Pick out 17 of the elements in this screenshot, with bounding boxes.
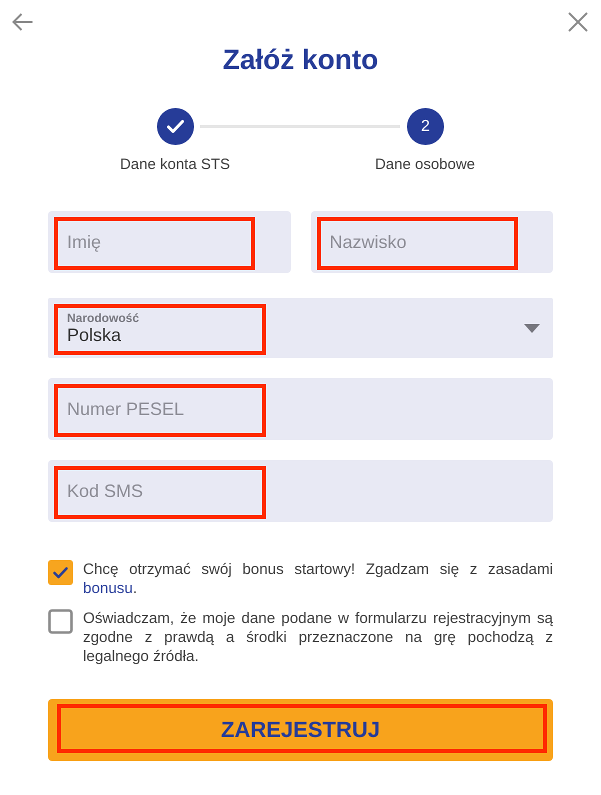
consent-text: Oświadczam, że moje dane podane w formularzu rejestracyjnym są zgodne z prawdą a środki przeznaczone na grę pochodzą z legalnego źródła. [83, 609, 553, 666]
page-title: Załóż konto [222, 43, 378, 77]
checkbox[interactable] [48, 560, 73, 585]
bonus-terms-link[interactable]: bonusu [83, 580, 133, 597]
step-number: 2 [407, 108, 444, 145]
step-label: Dane osobowe [374, 156, 476, 174]
consent-text: Chcę otrzymać swój bonus startowy! Zgadzam się z zasadami bonusu. [83, 560, 553, 598]
field-label: Narodowość [67, 310, 140, 324]
step-label: Dane konta STS [120, 156, 230, 174]
dropdown-field[interactable]: Narodowość Polska [48, 298, 553, 358]
close-icon[interactable] [568, 12, 588, 32]
dropdown-value: Polska [67, 324, 122, 346]
checkbox[interactable] [48, 609, 73, 634]
input-field[interactable]: Numer PESEL [48, 378, 553, 440]
input-field[interactable]: Kod SMS [48, 460, 553, 522]
back-arrow-icon[interactable] [11, 12, 33, 32]
dropdown-caret-icon [524, 324, 540, 332]
